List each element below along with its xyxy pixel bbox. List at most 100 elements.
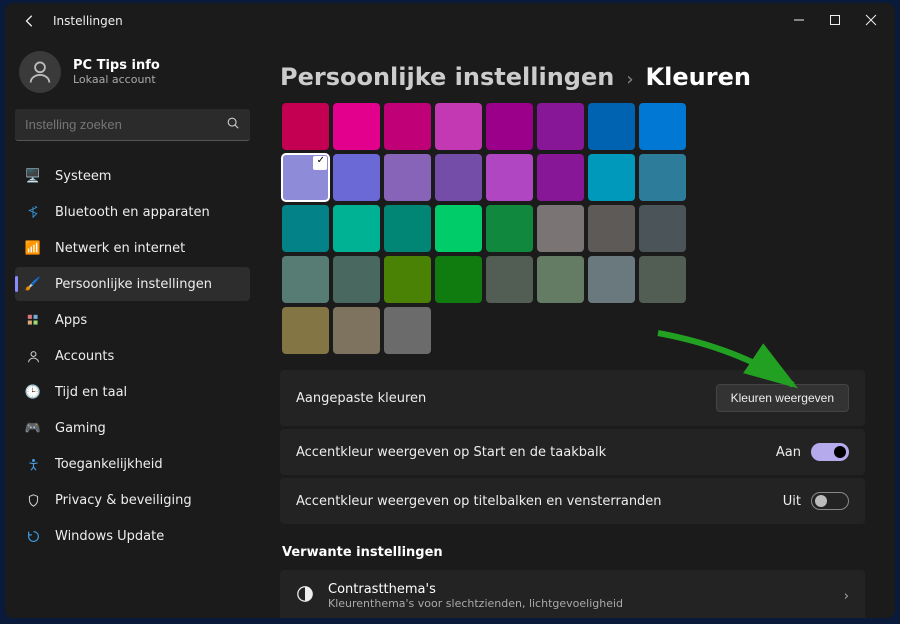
- accent-title-toggle[interactable]: [811, 492, 849, 510]
- color-swatch[interactable]: [639, 103, 686, 150]
- color-swatch[interactable]: [537, 205, 584, 252]
- gamepad-icon: 🎮: [25, 420, 41, 436]
- nav-bluetooth[interactable]: Bluetooth en apparaten: [15, 195, 250, 229]
- color-swatch[interactable]: [435, 103, 482, 150]
- show-colors-button[interactable]: Kleuren weergeven: [716, 384, 849, 412]
- color-swatch[interactable]: [537, 103, 584, 150]
- color-swatch[interactable]: [588, 154, 635, 201]
- clock-icon: 🕒: [25, 384, 41, 400]
- nav-privacy[interactable]: Privacy & beveiliging: [15, 483, 250, 517]
- breadcrumb: Persoonlijke instellingen › Kleuren: [280, 39, 865, 103]
- color-swatch[interactable]: [333, 256, 380, 303]
- color-swatch[interactable]: [435, 154, 482, 201]
- color-swatch[interactable]: [537, 154, 584, 201]
- color-swatch[interactable]: [282, 103, 329, 150]
- contrast-sub: Kleurenthema's voor slechtzienden, licht…: [328, 597, 623, 610]
- nav-label: Persoonlijke instellingen: [55, 277, 212, 292]
- color-swatch[interactable]: [639, 205, 686, 252]
- app-title: Instellingen: [53, 14, 123, 28]
- main-content: Persoonlijke instellingen › Kleuren Aang…: [260, 39, 895, 618]
- user-block[interactable]: PC Tips info Lokaal account: [15, 43, 250, 109]
- nav-label: Apps: [55, 313, 87, 328]
- accent-title-row: Accentkleur weergeven op titelbalken en …: [280, 478, 865, 524]
- color-swatch[interactable]: [588, 103, 635, 150]
- color-swatch[interactable]: [384, 154, 431, 201]
- color-swatch[interactable]: [486, 205, 533, 252]
- contrast-themes-link[interactable]: Contrastthema's Kleurenthema's voor slec…: [280, 570, 865, 618]
- accent-title-value: Uit: [783, 494, 801, 509]
- nav-label: Toegankelijkheid: [55, 457, 163, 472]
- custom-colors-row: Aangepaste kleuren Kleuren weergeven: [280, 370, 865, 426]
- breadcrumb-current: Kleuren: [646, 63, 751, 91]
- color-swatch[interactable]: [384, 256, 431, 303]
- accent-start-row: Accentkleur weergeven op Start en de taa…: [280, 429, 865, 475]
- nav-accounts[interactable]: Accounts: [15, 339, 250, 373]
- accent-title-label: Accentkleur weergeven op titelbalken en …: [296, 494, 783, 509]
- search-input[interactable]: [25, 117, 226, 132]
- nav-time[interactable]: 🕒 Tijd en taal: [15, 375, 250, 409]
- nav-systeem[interactable]: 🖥️ Systeem: [15, 159, 250, 193]
- back-button[interactable]: [23, 14, 37, 28]
- nav-label: Systeem: [55, 169, 111, 184]
- display-icon: 🖥️: [25, 168, 41, 184]
- search-icon: [226, 116, 240, 134]
- color-swatch[interactable]: [384, 205, 431, 252]
- color-swatch[interactable]: [282, 205, 329, 252]
- related-header: Verwante instellingen: [280, 527, 865, 570]
- color-swatch[interactable]: [282, 154, 329, 201]
- color-swatch[interactable]: [588, 205, 635, 252]
- nav-accessibility[interactable]: Toegankelijkheid: [15, 447, 250, 481]
- color-swatch[interactable]: [486, 154, 533, 201]
- breadcrumb-parent[interactable]: Persoonlijke instellingen: [280, 63, 614, 91]
- update-icon: [25, 528, 41, 544]
- color-swatch[interactable]: [333, 205, 380, 252]
- brush-icon: 🖌️: [25, 276, 41, 292]
- user-name: PC Tips info: [73, 58, 160, 73]
- apps-icon: [25, 312, 41, 328]
- nav-update[interactable]: Windows Update: [15, 519, 250, 553]
- accent-start-toggle[interactable]: [811, 443, 849, 461]
- nav-network[interactable]: 📶 Netwerk en internet: [15, 231, 250, 265]
- maximize-button[interactable]: [829, 14, 843, 28]
- color-swatch[interactable]: [639, 154, 686, 201]
- color-swatch[interactable]: [282, 256, 329, 303]
- chevron-right-icon: ›: [844, 589, 849, 604]
- custom-colors-label: Aangepaste kleuren: [296, 391, 716, 406]
- color-swatch[interactable]: [333, 103, 380, 150]
- color-swatch[interactable]: [282, 307, 329, 354]
- nav-gaming[interactable]: 🎮 Gaming: [15, 411, 250, 445]
- person-icon: [25, 348, 41, 364]
- nav-apps[interactable]: Apps: [15, 303, 250, 337]
- color-swatch[interactable]: [333, 154, 380, 201]
- color-swatch[interactable]: [435, 205, 482, 252]
- nav-label: Gaming: [55, 421, 106, 436]
- color-swatch[interactable]: [486, 103, 533, 150]
- color-swatch[interactable]: [486, 256, 533, 303]
- nav-label: Tijd en taal: [55, 385, 127, 400]
- shield-icon: [25, 492, 41, 508]
- close-button[interactable]: [865, 14, 879, 28]
- color-swatch[interactable]: [537, 256, 584, 303]
- user-sub: Lokaal account: [73, 73, 160, 86]
- color-swatch[interactable]: [435, 256, 482, 303]
- accent-start-value: Aan: [776, 445, 801, 460]
- contrast-icon: [296, 585, 314, 607]
- accent-start-label: Accentkleur weergeven op Start en de taa…: [296, 445, 776, 460]
- nav-personalization[interactable]: 🖌️ Persoonlijke instellingen: [15, 267, 250, 301]
- minimize-button[interactable]: [793, 14, 807, 28]
- search-box[interactable]: [15, 109, 250, 141]
- nav-label: Windows Update: [55, 529, 164, 544]
- settings-window: Instellingen PC Tips info Lokaal account: [5, 3, 895, 618]
- color-swatch[interactable]: [384, 307, 431, 354]
- nav-label: Privacy & beveiliging: [55, 493, 192, 508]
- nav-label: Bluetooth en apparaten: [55, 205, 210, 220]
- nav-label: Netwerk en internet: [55, 241, 185, 256]
- color-swatch[interactable]: [588, 256, 635, 303]
- titlebar: Instellingen: [5, 3, 895, 39]
- nav-label: Accounts: [55, 349, 114, 364]
- window-controls: [793, 14, 885, 28]
- color-swatch[interactable]: [639, 256, 686, 303]
- sidebar: PC Tips info Lokaal account 🖥️ Systeem: [5, 39, 260, 618]
- color-swatch[interactable]: [384, 103, 431, 150]
- color-swatch[interactable]: [333, 307, 380, 354]
